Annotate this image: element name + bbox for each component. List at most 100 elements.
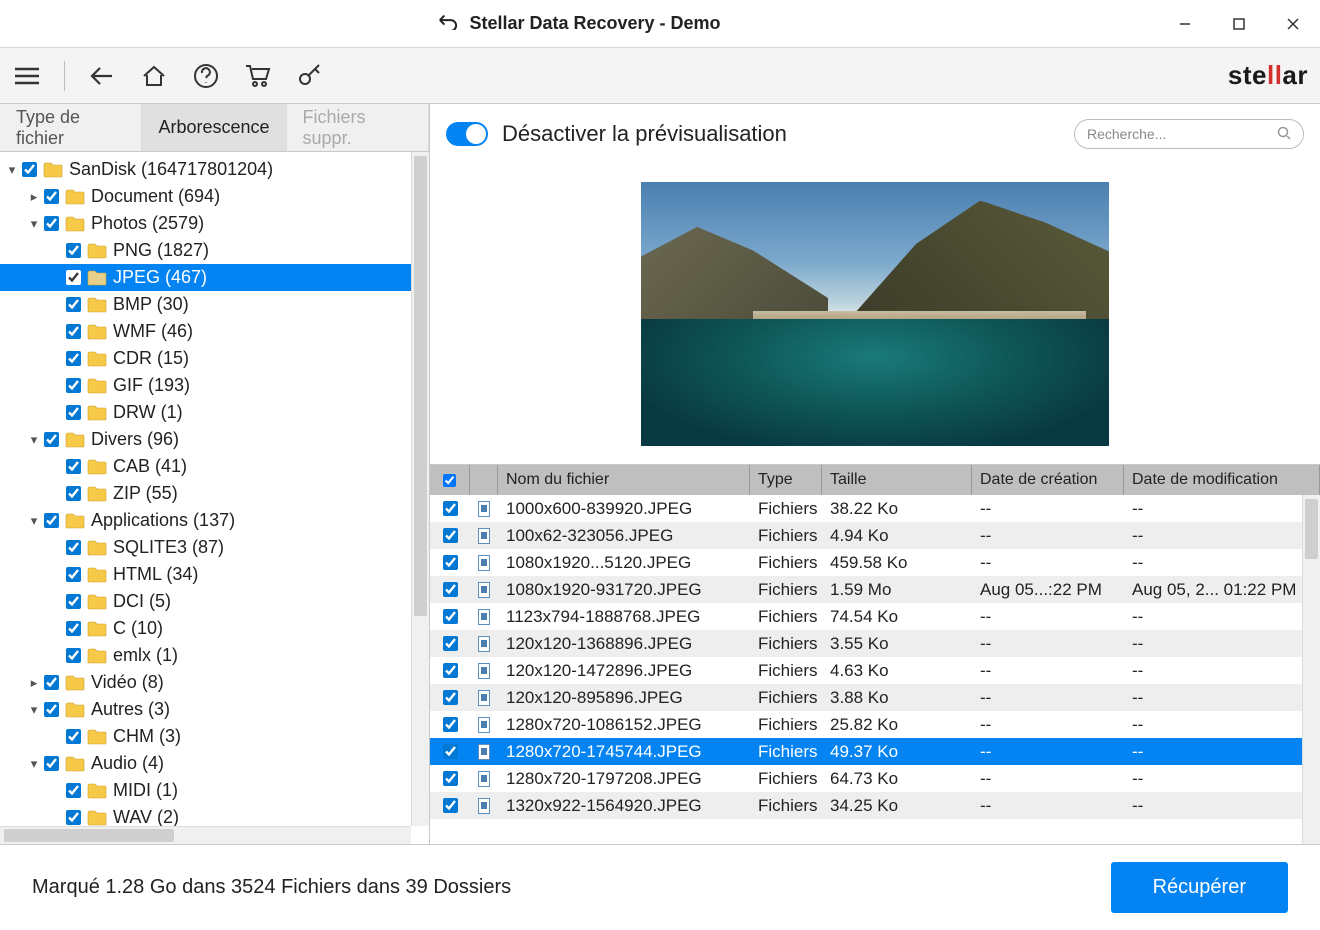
tree-item[interactable]: ▾Applications (137) <box>0 507 429 534</box>
table-row[interactable]: 1280x720-1086152.JPEGFichiers25.82 Ko---… <box>430 711 1320 738</box>
tree-item[interactable]: ▸PNG (1827) <box>0 237 429 264</box>
tree-item[interactable]: ▸SQLITE3 (87) <box>0 534 429 561</box>
table-row[interactable]: 1000x600-839920.JPEGFichiers38.22 Ko---- <box>430 495 1320 522</box>
row-checkbox[interactable] <box>443 636 458 651</box>
tree-checkbox[interactable] <box>66 459 81 474</box>
tree-checkbox[interactable] <box>66 297 81 312</box>
table-row[interactable]: 1123x794-1888768.JPEGFichiers74.54 Ko---… <box>430 603 1320 630</box>
minimize-button[interactable] <box>1158 0 1212 48</box>
tab-deleted[interactable]: Fichiers suppr. <box>287 104 429 151</box>
menu-icon[interactable] <box>12 61 42 91</box>
cart-icon[interactable] <box>243 61 273 91</box>
table-row[interactable]: 1280x720-1797208.JPEGFichiers64.73 Ko---… <box>430 765 1320 792</box>
header-size[interactable]: Taille <box>822 465 972 495</box>
preview-toggle[interactable] <box>446 122 488 146</box>
row-checkbox[interactable] <box>443 771 458 786</box>
row-checkbox[interactable] <box>443 744 458 759</box>
table-row[interactable]: 1320x922-1564920.JPEGFichiers34.25 Ko---… <box>430 792 1320 819</box>
recover-button[interactable]: Récupérer <box>1111 862 1288 913</box>
tree-item[interactable]: ▾Autres (3) <box>0 696 429 723</box>
tree-checkbox[interactable] <box>44 702 59 717</box>
caret-icon[interactable]: ▾ <box>26 756 42 772</box>
tree-checkbox[interactable] <box>44 513 59 528</box>
row-checkbox[interactable] <box>443 717 458 732</box>
row-checkbox[interactable] <box>443 690 458 705</box>
row-checkbox[interactable] <box>443 555 458 570</box>
home-icon[interactable] <box>139 61 169 91</box>
tree-item[interactable]: ▸CDR (15) <box>0 345 429 372</box>
tree-checkbox[interactable] <box>66 594 81 609</box>
tree-item[interactable]: ▾Photos (2579) <box>0 210 429 237</box>
row-checkbox[interactable] <box>443 528 458 543</box>
header-type[interactable]: Type <box>750 465 822 495</box>
tree-checkbox[interactable] <box>66 783 81 798</box>
row-checkbox[interactable] <box>443 582 458 597</box>
tree-checkbox[interactable] <box>66 351 81 366</box>
row-checkbox[interactable] <box>443 609 458 624</box>
header-modified[interactable]: Date de modification <box>1124 465 1320 495</box>
search-input[interactable]: Recherche... <box>1074 119 1304 149</box>
table-row[interactable]: 100x62-323056.JPEGFichiers4.94 Ko---- <box>430 522 1320 549</box>
tree-checkbox[interactable] <box>66 567 81 582</box>
caret-icon[interactable]: ▾ <box>26 513 42 529</box>
tree-item[interactable]: ▸CAB (41) <box>0 453 429 480</box>
tree-checkbox[interactable] <box>66 648 81 663</box>
tree-item[interactable]: ▸Document (694) <box>0 183 429 210</box>
tree-item[interactable]: ▸C (10) <box>0 615 429 642</box>
close-button[interactable] <box>1266 0 1320 48</box>
undo-icon[interactable] <box>437 12 459 35</box>
caret-icon[interactable]: ▾ <box>4 162 20 178</box>
row-checkbox[interactable] <box>443 798 458 813</box>
tree-scrollbar-v[interactable] <box>411 152 429 826</box>
caret-icon[interactable]: ▾ <box>26 702 42 718</box>
tree-item[interactable]: ▸CHM (3) <box>0 723 429 750</box>
table-row[interactable]: 1280x720-1745744.JPEGFichiers49.37 Ko---… <box>430 738 1320 765</box>
header-created[interactable]: Date de création <box>972 465 1124 495</box>
tree-scrollbar-h[interactable] <box>0 826 411 844</box>
tree-checkbox[interactable] <box>66 621 81 636</box>
tree-checkbox[interactable] <box>66 324 81 339</box>
tree-item[interactable]: ▸DRW (1) <box>0 399 429 426</box>
caret-icon[interactable]: ▾ <box>26 216 42 232</box>
header-name[interactable]: Nom du fichier <box>498 465 750 495</box>
tree-item[interactable]: ▸WMF (46) <box>0 318 429 345</box>
tree-checkbox[interactable] <box>44 216 59 231</box>
table-scrollbar-v[interactable] <box>1302 495 1320 844</box>
tree-checkbox[interactable] <box>66 486 81 501</box>
back-icon[interactable] <box>87 61 117 91</box>
table-row[interactable]: 1080x1920-931720.JPEGFichiers1.59 MoAug … <box>430 576 1320 603</box>
tree-item[interactable]: ▸ZIP (55) <box>0 480 429 507</box>
tree-item[interactable]: ▾Audio (4) <box>0 750 429 777</box>
key-icon[interactable] <box>295 61 325 91</box>
caret-icon[interactable]: ▸ <box>26 189 42 205</box>
tree-checkbox[interactable] <box>66 405 81 420</box>
header-checkbox[interactable] <box>430 465 470 495</box>
maximize-button[interactable] <box>1212 0 1266 48</box>
tab-filetype[interactable]: Type de fichier <box>0 104 142 151</box>
tree-item[interactable]: ▸Vidéo (8) <box>0 669 429 696</box>
tree-item[interactable]: ▾Divers (96) <box>0 426 429 453</box>
row-checkbox[interactable] <box>443 501 458 516</box>
tree-item[interactable]: ▸BMP (30) <box>0 291 429 318</box>
tree-checkbox[interactable] <box>22 162 37 177</box>
tab-tree[interactable]: Arborescence <box>142 104 286 151</box>
table-row[interactable]: 120x120-1368896.JPEGFichiers3.55 Ko---- <box>430 630 1320 657</box>
tree-checkbox[interactable] <box>66 378 81 393</box>
tree-checkbox[interactable] <box>66 810 81 825</box>
tree-checkbox[interactable] <box>66 243 81 258</box>
tree-item[interactable]: ▸emlx (1) <box>0 642 429 669</box>
caret-icon[interactable]: ▾ <box>26 432 42 448</box>
table-row[interactable]: 120x120-1472896.JPEGFichiers4.63 Ko---- <box>430 657 1320 684</box>
tree-checkbox[interactable] <box>66 729 81 744</box>
tree-item[interactable]: ▸DCI (5) <box>0 588 429 615</box>
table-row[interactable]: 120x120-895896.JPEGFichiers3.88 Ko---- <box>430 684 1320 711</box>
caret-icon[interactable]: ▸ <box>26 675 42 691</box>
tree-checkbox[interactable] <box>44 189 59 204</box>
tree-item[interactable]: ▸GIF (193) <box>0 372 429 399</box>
tree-item[interactable]: ▸MIDI (1) <box>0 777 429 804</box>
tree-checkbox[interactable] <box>44 756 59 771</box>
row-checkbox[interactable] <box>443 663 458 678</box>
tree-checkbox[interactable] <box>66 270 81 285</box>
tree-checkbox[interactable] <box>44 432 59 447</box>
tree-item[interactable]: ▸JPEG (467) <box>0 264 429 291</box>
